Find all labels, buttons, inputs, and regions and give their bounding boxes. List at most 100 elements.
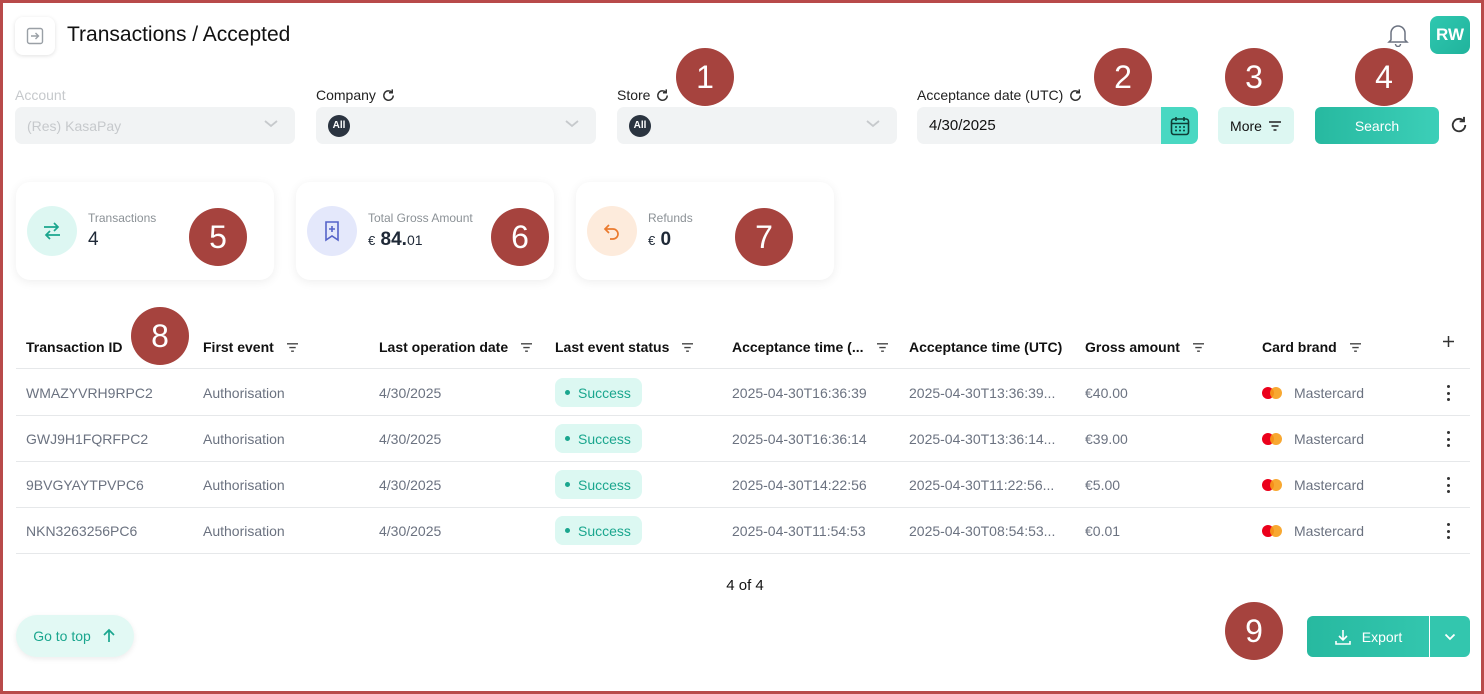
company-select[interactable]: All [316, 107, 596, 144]
row-actions-menu-icon[interactable] [1444, 521, 1452, 541]
cell-acceptance-time-utc: 2025-04-30T13:36:39... [909, 385, 1056, 401]
store-select[interactable]: All [617, 107, 897, 144]
cell-transaction-id: NKN3263256PC6 [26, 523, 138, 539]
status-badge: Success [555, 424, 642, 453]
go-to-top-button[interactable]: Go to top [16, 615, 134, 657]
cell-gross-amount: €5.00 [1085, 477, 1121, 493]
column-header-last-operation-date[interactable]: Last operation date [379, 339, 533, 355]
company-label-text: Company [316, 87, 376, 103]
reload-date-icon[interactable] [1068, 88, 1083, 103]
export-button[interactable]: Export [1307, 616, 1429, 657]
callout-marker: 2 [1094, 48, 1152, 106]
row-actions-menu-icon[interactable] [1444, 429, 1452, 449]
cell-transaction-id: GWJ9H1FQRFPC2 [26, 431, 149, 447]
callout-marker: 9 [1225, 602, 1283, 660]
account-select[interactable]: (Res) KasaPay [15, 107, 295, 144]
bell-icon [1387, 25, 1409, 47]
filter-icon[interactable] [681, 342, 694, 353]
status-dot [565, 436, 570, 441]
account-label: Account [15, 87, 66, 103]
cell-transaction-id: WMAZYVRH9RPC2 [26, 385, 153, 401]
cell-card-brand: Mastercard [1262, 523, 1364, 539]
filter-icon[interactable] [876, 342, 889, 353]
column-header-acceptance-time-utc[interactable]: Acceptance time (UTC) [909, 339, 1062, 355]
column-header-card-brand[interactable]: Card brand [1262, 339, 1362, 355]
export-options-button[interactable] [1430, 616, 1470, 657]
filter-icon[interactable] [1349, 342, 1362, 353]
gross-currency: € [368, 233, 376, 248]
user-avatar[interactable]: RW [1430, 16, 1470, 54]
callout-marker: 1 [676, 48, 734, 106]
filter-icon[interactable] [286, 342, 299, 353]
cell-gross-amount: €40.00 [1085, 385, 1128, 401]
column-header-gross-amount[interactable]: Gross amount [1085, 339, 1205, 355]
transactions-stat-label: Transactions [88, 211, 157, 225]
cell-gross-amount: €0.01 [1085, 523, 1121, 539]
table-row[interactable]: NKN3263256PC6 Authorisation 4/30/2025 Su… [16, 508, 1470, 554]
pagination-status: 4 of 4 [726, 577, 764, 594]
notifications-button[interactable] [1385, 21, 1411, 49]
reload-company-icon[interactable] [381, 88, 396, 103]
row-actions-menu-icon[interactable] [1444, 475, 1452, 495]
callout-marker: 4 [1355, 48, 1413, 106]
add-column-button[interactable] [1442, 335, 1455, 348]
mastercard-icon [1262, 387, 1284, 399]
acceptance-date-input[interactable]: 4/30/2025 [917, 107, 1161, 144]
card-brand-text: Mastercard [1294, 477, 1365, 493]
cell-transaction-id: 9BVGYAYTPVPC6 [26, 477, 144, 493]
cell-acceptance-time-utc: 2025-04-30T11:22:56... [909, 477, 1055, 493]
reload-store-icon[interactable] [655, 88, 670, 103]
table-header: Transaction ID First event Last operatio… [16, 323, 1470, 369]
column-header-acceptance-time-local[interactable]: Acceptance time (... [732, 339, 889, 355]
refresh-button[interactable] [1449, 115, 1471, 137]
chevron-down-icon [264, 120, 278, 128]
column-header-label: Acceptance time (UTC) [909, 339, 1063, 355]
column-header-label: Last event status [555, 339, 670, 355]
status-text: Success [578, 522, 631, 539]
undo-arrow-icon [587, 206, 637, 256]
column-header-label: Gross amount [1085, 339, 1180, 355]
status-dot [565, 528, 570, 533]
column-header-label: Acceptance time (... [732, 339, 864, 355]
cell-last-operation-date: 4/30/2025 [379, 477, 442, 493]
column-header-last-event-status[interactable]: Last event status [555, 339, 694, 355]
cell-card-brand: Mastercard [1262, 385, 1364, 401]
refunds-amount: 0 [660, 229, 672, 250]
callout-marker: 5 [189, 208, 247, 266]
company-all-chip: All [328, 114, 350, 137]
download-icon [1334, 629, 1351, 645]
status-dot [565, 482, 570, 487]
sidebar-toggle-button[interactable] [15, 17, 55, 55]
filter-icon[interactable] [1192, 342, 1205, 353]
column-header-first-event[interactable]: First event [203, 339, 299, 355]
table-row[interactable]: WMAZYVRH9RPC2 Authorisation 4/30/2025 Su… [16, 370, 1470, 416]
export-label: Export [1361, 628, 1403, 645]
company-label: Company [316, 87, 396, 103]
calendar-button[interactable] [1161, 107, 1198, 144]
search-button[interactable]: Search [1315, 107, 1439, 144]
column-header-transaction-id[interactable]: Transaction ID [26, 339, 122, 355]
cell-acceptance-time-utc: 2025-04-30T13:36:14... [909, 431, 1056, 447]
callout-marker: 6 [491, 208, 549, 266]
chevron-down-icon [1444, 633, 1456, 640]
more-filters-button[interactable]: More [1218, 107, 1294, 144]
cell-last-operation-date: 4/30/2025 [379, 385, 442, 401]
cell-acceptance-time-utc: 2025-04-30T08:54:53... [909, 523, 1056, 539]
row-actions-menu-icon[interactable] [1444, 383, 1452, 403]
mastercard-icon [1262, 479, 1284, 491]
transactions-stat-value: 4 [88, 229, 99, 250]
acceptance-date-value: 4/30/2025 [929, 117, 996, 134]
cell-last-operation-date: 4/30/2025 [379, 431, 442, 447]
filter-icon [1268, 120, 1281, 131]
cell-first-event: Authorisation [203, 385, 285, 401]
callout-marker: 7 [735, 208, 793, 266]
filter-icon[interactable] [520, 342, 533, 353]
refunds-stat-label: Refunds [648, 211, 693, 225]
cell-acceptance-time-local: 2025-04-30T16:36:39 [732, 385, 867, 401]
table-row[interactable]: 9BVGYAYTPVPC6 Authorisation 4/30/2025 Su… [16, 462, 1470, 508]
refunds-stat-value: € 0 [648, 229, 671, 251]
store-label: Store [617, 87, 670, 103]
table-row[interactable]: GWJ9H1FQRFPC2 Authorisation 4/30/2025 Su… [16, 416, 1470, 462]
refresh-icon [1451, 116, 1467, 133]
cell-first-event: Authorisation [203, 431, 285, 447]
